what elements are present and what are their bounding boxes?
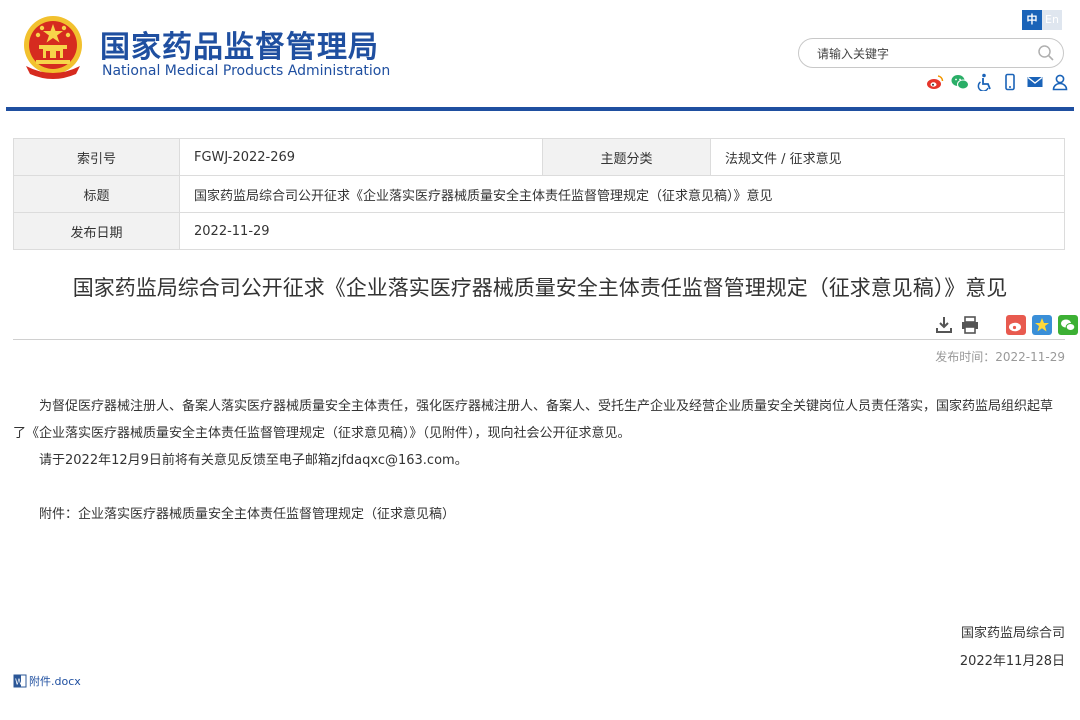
share-wechat-icon[interactable] xyxy=(1058,315,1078,335)
article-body: 为督促医疗器械注册人、备案人落实医疗器械质量安全主体责任，强化医疗器械注册人、备… xyxy=(13,393,1065,528)
date-label: 发布日期 xyxy=(13,212,180,250)
index-label: 索引号 xyxy=(13,138,180,176)
paragraph: 请于2022年12月9日前将有关意见反馈至电子邮箱zjfdaqxc@163.co… xyxy=(39,453,468,468)
article-title: 国家药监局综合司公开征求《企业落实医疗器械质量安全主体责任监督管理规定（征求意见… xyxy=(72,276,1008,300)
site-header: 国家药品监督管理局 National Medical Products Admi… xyxy=(0,0,1080,112)
search-input[interactable] xyxy=(815,44,1029,64)
svg-text:W: W xyxy=(15,678,23,687)
category-label: 主题分类 xyxy=(542,138,711,176)
date-value: 2022-11-29 xyxy=(179,212,1065,250)
lang-switch-cn[interactable]: 中 xyxy=(1022,10,1042,30)
toolbar-spacer xyxy=(986,315,1000,335)
site-name-cn[interactable]: 国家药品监督管理局 xyxy=(100,22,379,66)
paragraph: 为督促医疗器械注册人、备案人落实医疗器械质量安全主体责任，强化医疗器械注册人、备… xyxy=(13,399,1054,441)
attachment-paragraph: 附件：企业落实医疗器械质量安全主体责任监督管理规定（征求意见稿） xyxy=(39,507,456,522)
share-weibo-icon[interactable] xyxy=(1006,315,1026,335)
share-qzone-icon[interactable] xyxy=(1032,315,1052,335)
search-box xyxy=(798,38,1064,68)
search-icon[interactable] xyxy=(1037,44,1055,62)
weibo-icon[interactable] xyxy=(926,73,944,91)
category-value: 法规文件 / 征求意见 xyxy=(710,138,1065,176)
wechat-icon[interactable] xyxy=(951,73,969,91)
download-icon[interactable] xyxy=(934,315,954,335)
sign-date: 2022年11月28日 xyxy=(959,654,1065,669)
title-label: 标题 xyxy=(13,175,180,213)
index-value: FGWJ-2022-269 xyxy=(179,138,543,176)
attachment-filename[interactable]: 附件.docx xyxy=(29,673,81,689)
signature: 国家药监局综合司 xyxy=(960,626,1065,641)
publish-time: 发布时间：2022-11-29 xyxy=(935,350,1065,364)
article-toolbar xyxy=(934,315,1078,335)
document-info-table: 索引号 FGWJ-2022-269 主题分类 法规文件 / 征求意见 标题 国家… xyxy=(13,138,1065,250)
accessibility-icon[interactable] xyxy=(976,73,994,92)
mail-icon[interactable] xyxy=(1026,73,1044,91)
title-divider xyxy=(13,339,1065,340)
mobile-icon[interactable] xyxy=(1001,73,1019,91)
word-doc-icon: W xyxy=(13,674,27,688)
lang-switch-en[interactable]: En xyxy=(1042,10,1062,30)
attachment-link[interactable]: W 附件.docx xyxy=(13,673,81,689)
header-divider xyxy=(6,107,1074,111)
table-row: 发布日期 2022-11-29 xyxy=(13,212,1065,250)
title-value: 国家药监局综合司公开征求《企业落实医疗器械质量安全主体责任监督管理规定（征求意见… xyxy=(179,175,1065,213)
national-emblem-icon xyxy=(24,16,82,79)
table-row: 索引号 FGWJ-2022-269 主题分类 法规文件 / 征求意见 xyxy=(13,138,1065,176)
share-icon-bar xyxy=(926,73,1069,93)
print-icon[interactable] xyxy=(960,315,980,335)
site-name-en[interactable]: National Medical Products Administration xyxy=(102,63,390,79)
user-icon[interactable] xyxy=(1051,73,1069,91)
table-row: 标题 国家药监局综合司公开征求《企业落实医疗器械质量安全主体责任监督管理规定（征… xyxy=(13,175,1065,213)
